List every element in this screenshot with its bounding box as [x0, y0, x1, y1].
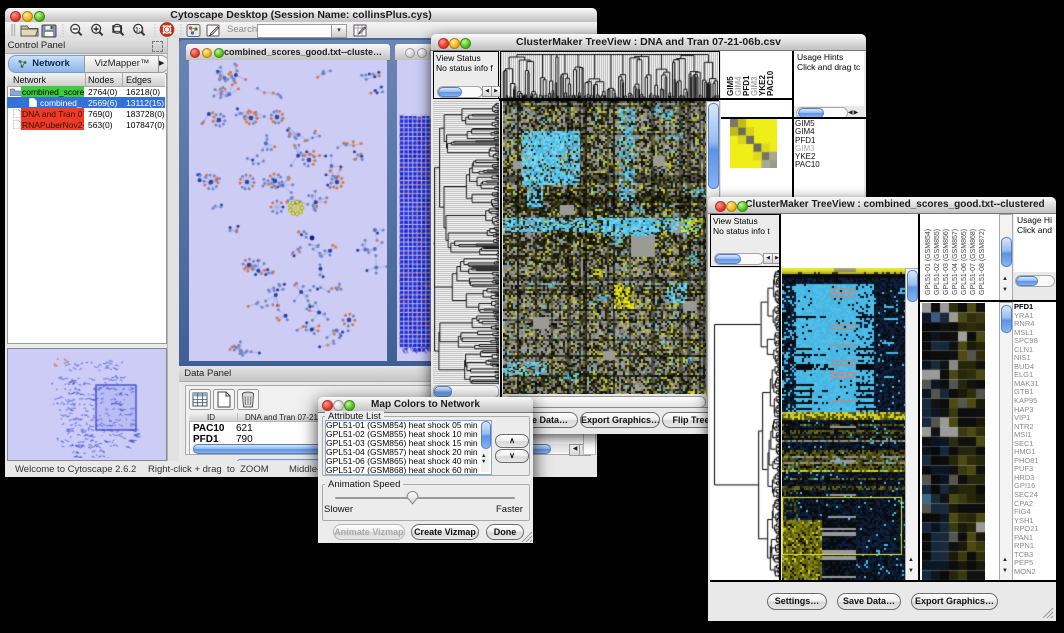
svg-text:GPL51-08 (GSM872): GPL51-08 (GSM872): [979, 229, 986, 295]
svg-text:GPL51-02 (GSM855): GPL51-02 (GSM855): [934, 229, 941, 295]
svg-text:1:1: 1:1: [135, 28, 144, 34]
svg-text:GPL51-01 (GSM854): GPL51-01 (GSM854): [925, 229, 932, 295]
svg-text:GPL51-06 (GSM865): GPL51-06 (GSM865): [961, 229, 968, 295]
svg-text:PAC10: PAC10: [766, 70, 775, 96]
svg-text:GPL51-03 (GSM856): GPL51-03 (GSM856): [943, 229, 950, 295]
svg-text:GPL51-07 (GSM868): GPL51-07 (GSM868): [970, 229, 977, 295]
svg-text:GPL51-04 (GSM857): GPL51-04 (GSM857): [952, 229, 959, 295]
